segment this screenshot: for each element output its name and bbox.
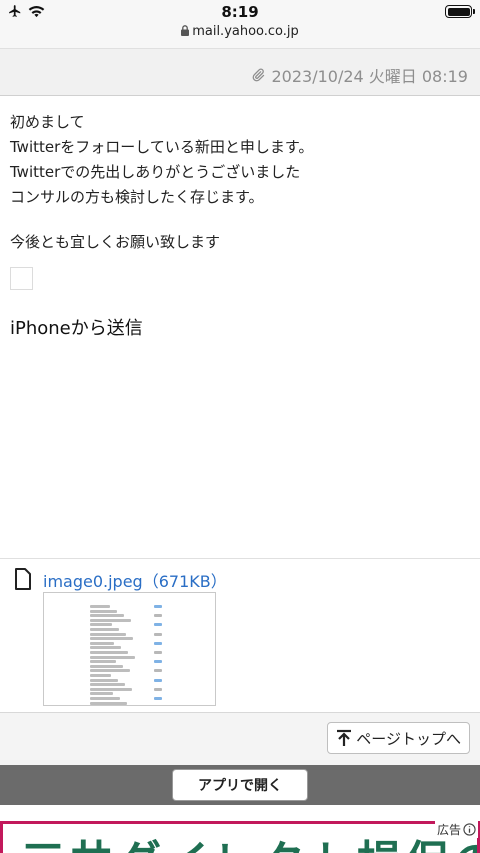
page-top-area: ページトップへ (0, 713, 480, 765)
thumbnail-row (154, 623, 162, 627)
thumbnail-row (90, 674, 111, 677)
mail-line: コンサルの方も検討したく存じます。 (10, 188, 264, 206)
attachment-link[interactable]: image0.jpeg（671KB） (43, 568, 227, 592)
ad-banner[interactable]: 三井ダイレクト損保の (0, 821, 480, 853)
thumbnail-row (154, 614, 162, 618)
app-open-bar: アプリで開く (0, 765, 480, 805)
mail-header-bar: 2023/10/24 火曜日 08:19 (0, 48, 480, 96)
mail-line: 初めまして (10, 113, 85, 131)
thumbnail-row (90, 632, 126, 636)
address-bar[interactable]: mail.yahoo.co.jp (0, 24, 480, 39)
mail-line: Twitterをフォローしている新田と申します。 (10, 138, 314, 156)
broken-image-placeholder (10, 267, 33, 290)
mail-signature: iPhoneから送信 (10, 318, 143, 339)
thumbnail-row (90, 692, 113, 696)
open-in-app-button[interactable]: アプリで開く (172, 769, 308, 801)
thumbnail-row (154, 632, 162, 636)
thumbnail-row (90, 697, 120, 700)
attachment-section: image0.jpeg（671KB） (0, 558, 480, 713)
thumbnail-row (154, 651, 162, 654)
thumbnail-row (90, 637, 133, 641)
thumbnail-row (90, 646, 121, 650)
thumbnail-row (90, 683, 125, 687)
arrow-to-top-icon (337, 729, 352, 746)
mail-closing: 今後とも宜しくお願い致します (10, 233, 221, 251)
thumbnail-row (90, 614, 124, 618)
thumbnail-row (90, 651, 128, 654)
status-bar: 8:19 mail.yahoo.co.jp (0, 0, 480, 48)
thumbnail-row (154, 641, 162, 645)
page-top-label: ページトップへ (356, 729, 461, 748)
lock-icon (181, 25, 190, 36)
thumbnail-row (154, 660, 162, 664)
thumbnail-row (154, 697, 162, 700)
thumbnail-row (90, 655, 135, 659)
thumbnail-row (154, 678, 162, 682)
thumbnail-row (90, 664, 123, 668)
ad-area: 三井ダイレクト損保の 広告 (0, 805, 480, 853)
mail-date-text: 2023/10/24 火曜日 08:19 (271, 67, 468, 86)
thumbnail-row (154, 669, 162, 673)
url-text: mail.yahoo.co.jp (192, 24, 299, 39)
thumbnail-row (90, 623, 112, 627)
thumbnail-row (90, 701, 127, 705)
page-top-button[interactable]: ページトップへ (327, 722, 470, 754)
mail-body: 初めまして Twitterをフォローしている新田と申します。 Twitterでの… (10, 110, 470, 341)
mail-line: Twitterでの先出しありがとうございました (10, 163, 301, 181)
thumbnail-row (90, 628, 119, 631)
info-icon (463, 823, 476, 836)
thumbnail-row (90, 605, 110, 608)
thumbnail-row (90, 687, 132, 691)
battery-icon (445, 5, 475, 18)
thumbnail-row (90, 660, 116, 664)
attachment-thumbnail[interactable] (43, 592, 216, 706)
ad-banner-text: 三井ダイレクト損保の (21, 826, 477, 853)
thumbnail-row (154, 687, 162, 691)
thumbnail-row (90, 678, 118, 682)
thumbnail-row (90, 641, 114, 645)
thumbnail-row (90, 609, 117, 613)
ad-label[interactable]: 広告 (434, 821, 478, 838)
thumbnail-row (90, 618, 131, 622)
paperclip-icon (253, 68, 265, 82)
file-icon (15, 568, 31, 590)
mail-date: 2023/10/24 火曜日 08:19 (251, 63, 468, 87)
ad-label-text: 広告 (436, 823, 461, 837)
thumbnail-row (154, 605, 162, 608)
thumbnail-row (90, 669, 130, 673)
status-time: 8:19 (221, 3, 259, 21)
